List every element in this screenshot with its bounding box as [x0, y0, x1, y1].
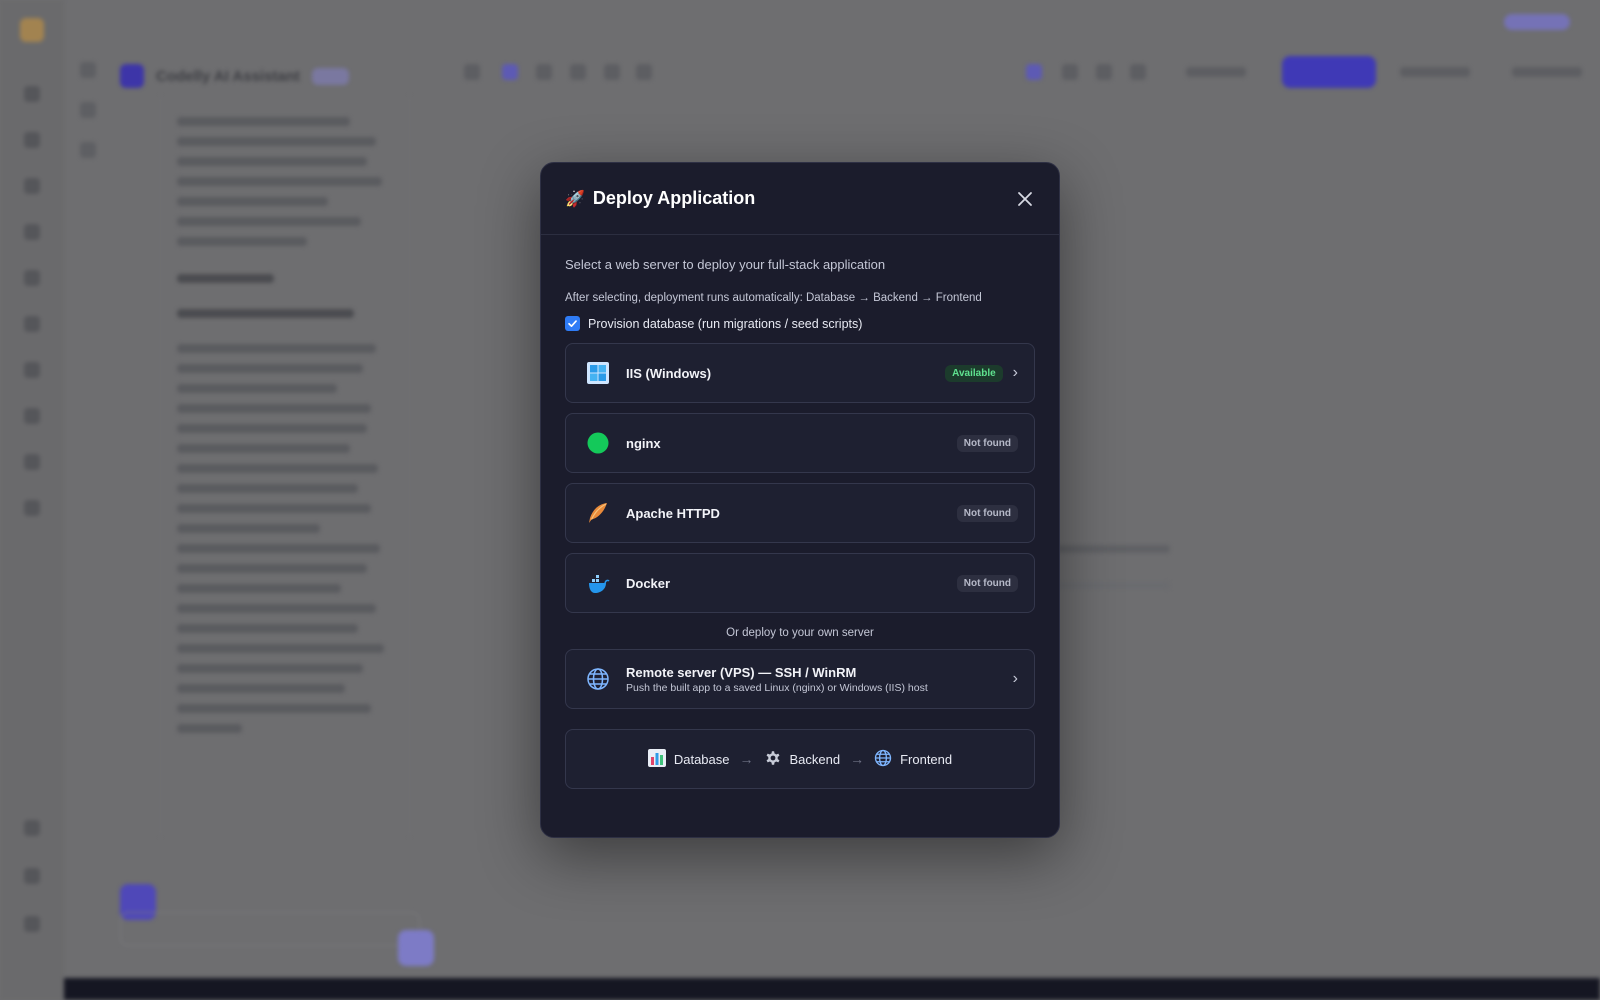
pipeline-step-label: Backend [789, 751, 841, 767]
pipeline-step-backend: Backend [764, 749, 841, 770]
status-badge: Not found [956, 504, 1018, 522]
server-list: IIS (Windows) Available › nginx Not foun… [565, 343, 1035, 613]
editor-toolbar [440, 52, 1600, 92]
chat-title: Codelly AI Assistant [156, 67, 300, 85]
rail-icon [24, 270, 40, 286]
server-name: Docker [626, 575, 671, 591]
server-option-nginx[interactable]: nginx Not found [565, 413, 1035, 473]
rail-icon [24, 362, 40, 378]
arrow-right-icon: → [739, 751, 754, 767]
provision-db-label: Provision database (run migrations / see… [588, 316, 863, 331]
rail-icon [80, 62, 96, 78]
deploy-order-note: After selecting, deployment runs automat… [565, 292, 982, 304]
chat-input [120, 912, 420, 946]
rail-icon [24, 132, 40, 148]
modal-subtitle: Select a web server to deploy your full-… [565, 257, 886, 272]
chat-transcript [160, 96, 410, 836]
assistant-avatar [120, 64, 144, 88]
windows-icon [586, 361, 610, 385]
arrow-right-icon: → [850, 751, 865, 767]
server-option-iis[interactable]: IIS (Windows) Available › [565, 343, 1035, 403]
pipeline-step-frontend: Frontend [874, 749, 952, 770]
rail-icon [24, 86, 40, 102]
modal-body: Select a web server to deploy your full-… [541, 235, 1059, 789]
rail-icon [24, 316, 40, 332]
modal-header: 🚀 Deploy Application [541, 163, 1059, 235]
pipeline-step-label: Frontend [900, 751, 953, 767]
docker-whale-icon [586, 571, 610, 595]
server-name: nginx [626, 435, 661, 451]
remote-server-subtitle: Push the built app to a saved Linux (ngi… [626, 681, 928, 694]
globe-icon [586, 667, 610, 691]
app-logo [20, 18, 44, 42]
modal-title: 🚀 Deploy Application [565, 188, 755, 209]
rail-icon [24, 408, 40, 424]
deploy-pipeline: Database → Backend → Frontend [565, 729, 1035, 789]
rail-icon [24, 500, 40, 516]
gear-icon [764, 749, 782, 770]
status-badge: Not found [956, 434, 1018, 452]
left-rail [0, 0, 64, 1000]
apache-feather-icon [586, 501, 610, 525]
remote-server-title: Remote server (VPS) — SSH / WinRM [626, 664, 857, 680]
server-option-apache[interactable]: Apache HTTPD Not found [565, 483, 1035, 543]
or-deploy-label: Or deploy to your own server [726, 627, 874, 639]
pipeline-step-label: Database [673, 751, 730, 767]
rail-icon [24, 820, 40, 836]
rocket-icon: 🚀 [565, 190, 585, 208]
rail-icon [80, 142, 96, 158]
chat-send-button [398, 930, 434, 966]
status-bar [64, 978, 1600, 1000]
server-name: Apache HTTPD [626, 505, 720, 521]
server-name: IIS (Windows) [626, 365, 712, 381]
provision-db-checkbox[interactable] [565, 316, 580, 331]
rail-icon [24, 916, 40, 932]
top-pill [1504, 14, 1570, 30]
rail-icon [80, 102, 96, 118]
rail-icon [24, 224, 40, 240]
pipeline-step-database: Database [647, 748, 730, 770]
close-button[interactable] [1013, 187, 1037, 211]
close-icon [1018, 192, 1032, 206]
chevron-right-icon: › [1012, 364, 1018, 381]
deploy-modal: 🚀 Deploy Application Select a web server… [540, 162, 1060, 838]
chevron-right-icon: › [1012, 670, 1018, 687]
check-icon [568, 320, 577, 327]
secondary-rail [64, 50, 108, 870]
nginx-dot-icon [586, 431, 610, 455]
chat-badge [311, 67, 349, 85]
status-badge: Available [945, 364, 1003, 382]
deploy-button-bg [1282, 56, 1376, 88]
status-badge: Not found [956, 574, 1018, 592]
globe-icon [874, 749, 892, 770]
rail-icon [24, 178, 40, 194]
modal-title-text: Deploy Application [592, 188, 756, 208]
rail-icon [24, 454, 40, 470]
provision-db-row[interactable]: Provision database (run migrations / see… [565, 316, 1035, 331]
remote-server-option[interactable]: Remote server (VPS) — SSH / WinRM Push t… [565, 649, 1035, 709]
rail-icon [24, 868, 40, 884]
database-icon [647, 748, 666, 770]
chat-header: Codelly AI Assistant [120, 58, 440, 94]
server-option-docker[interactable]: Docker Not found [565, 553, 1035, 613]
